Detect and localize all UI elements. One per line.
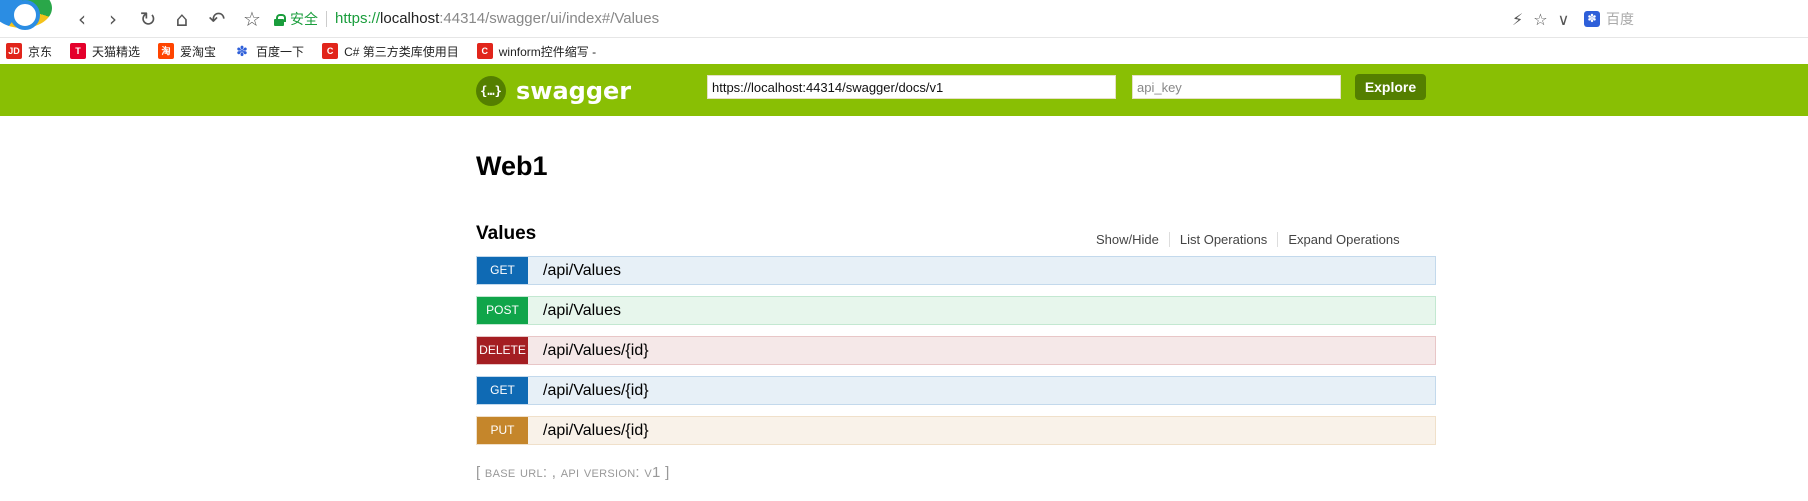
bookmark-jd[interactable]: JD 京东 — [6, 43, 52, 60]
operation-path[interactable]: /api/Values — [543, 302, 621, 320]
http-method-badge[interactable]: GET — [477, 257, 528, 284]
swagger-logo-text: swagger — [516, 77, 632, 105]
tmall-icon: T — [70, 43, 87, 59]
resource-actions: Show/Hide List Operations Expand Operati… — [1096, 230, 1400, 248]
resource-title[interactable]: Values — [476, 223, 536, 245]
cnblogs-icon: C — [476, 43, 493, 59]
explore-button[interactable]: Explore — [1355, 74, 1426, 100]
http-method-badge[interactable]: GET — [477, 377, 528, 404]
operation-path[interactable]: /api/Values/{id} — [543, 342, 649, 360]
show-hide-link[interactable]: Show/Hide — [1096, 231, 1170, 247]
favorite-icon[interactable]: ☆ — [240, 7, 264, 31]
baidu-paw-icon: ✽ — [1584, 11, 1600, 27]
bookmark-taobao[interactable]: 淘 爱淘宝 — [158, 43, 216, 60]
expand-operations-link[interactable]: Expand Operations — [1278, 232, 1399, 247]
http-method-badge[interactable]: PUT — [477, 417, 528, 444]
operation-get-value-by-id[interactable]: GET /api/Values/{id} — [476, 376, 1436, 405]
lightning-icon[interactable]: ⚡ — [1512, 10, 1523, 29]
swagger-header: {…} swagger Explore — [0, 64, 1808, 116]
search-engine[interactable]: ✽ 百度 — [1584, 8, 1634, 30]
bookmark-label: 爱淘宝 — [180, 44, 217, 59]
bookmark-label: 京东 — [28, 44, 53, 59]
cnblogs-icon: C — [322, 43, 339, 59]
operation-path[interactable]: /api/Values/{id} — [543, 382, 649, 400]
bookmark-label: winform控件缩写 - — [498, 44, 597, 59]
address-divider — [326, 11, 327, 27]
bookmark-winform[interactable]: C winform控件缩写 - — [476, 43, 597, 60]
swagger-logo-icon: {…} — [476, 76, 506, 106]
jd-icon: JD — [6, 43, 22, 59]
operation-path[interactable]: /api/Values/{id} — [543, 422, 649, 440]
bookmark-label: C# 第三方类库使用目 — [344, 44, 459, 59]
spec-url-input[interactable] — [707, 75, 1116, 99]
browser-toolbar: ‹ › ↻ ⌂ ↶ ☆ 安全 https://localhost:44314/s… — [0, 0, 1808, 38]
http-method-badge[interactable]: POST — [477, 297, 528, 324]
address-bar[interactable]: 安全 https://localhost:44314/swagger/ui/in… — [274, 8, 659, 30]
address-tools: ⚡ ☆ ∨ — [1512, 8, 1569, 30]
bookmark-label: 天猫精选 — [92, 44, 141, 59]
operation-get-values[interactable]: GET /api/Values — [476, 256, 1436, 285]
baidu-icon: ✽ — [234, 43, 251, 59]
forward-icon[interactable]: › — [101, 7, 125, 31]
url-host: localhost — [380, 10, 440, 27]
http-method-badge[interactable]: DELETE — [477, 337, 528, 364]
bookmarks-bar: JD 京东 T 天猫精选 淘 爱淘宝 ✽ 百度一下 C C# 第三方类库使用目 … — [0, 38, 1808, 64]
list-operations-link[interactable]: List Operations — [1170, 231, 1279, 247]
bookmark-label: 百度一下 — [256, 44, 305, 59]
star-icon[interactable]: ☆ — [1533, 10, 1547, 29]
operation-post-values[interactable]: POST /api/Values — [476, 296, 1436, 325]
page-title: Web1 — [476, 151, 548, 181]
bookmark-csharp[interactable]: C C# 第三方类库使用目 — [322, 43, 459, 60]
operation-path[interactable]: /api/Values — [543, 262, 621, 280]
taobao-icon: 淘 — [158, 43, 175, 59]
lock-icon — [274, 13, 286, 26]
api-info-footer: [ base url: , api version: v1 ] — [476, 464, 670, 481]
chevron-down-icon[interactable]: ∨ — [1558, 10, 1570, 29]
operation-put-value[interactable]: PUT /api/Values/{id} — [476, 416, 1436, 445]
url-path: :44314/swagger/ui/index#/Values — [439, 10, 660, 27]
browser-logo-icon — [0, 0, 52, 30]
search-engine-label: 百度 — [1606, 11, 1634, 27]
secure-label: 安全 — [290, 11, 318, 27]
undo-icon[interactable]: ↶ — [205, 7, 229, 31]
url-protocol: https:// — [335, 10, 381, 27]
bookmark-tmall[interactable]: T 天猫精选 — [70, 43, 140, 60]
bookmark-baidu[interactable]: ✽ 百度一下 — [234, 43, 304, 60]
api-key-input[interactable] — [1132, 75, 1341, 99]
reload-icon[interactable]: ↻ — [136, 7, 160, 31]
swagger-logo[interactable]: {…} swagger — [476, 76, 631, 106]
home-icon[interactable]: ⌂ — [170, 7, 194, 31]
back-icon[interactable]: ‹ — [70, 7, 94, 31]
operation-delete-value[interactable]: DELETE /api/Values/{id} — [476, 336, 1436, 365]
